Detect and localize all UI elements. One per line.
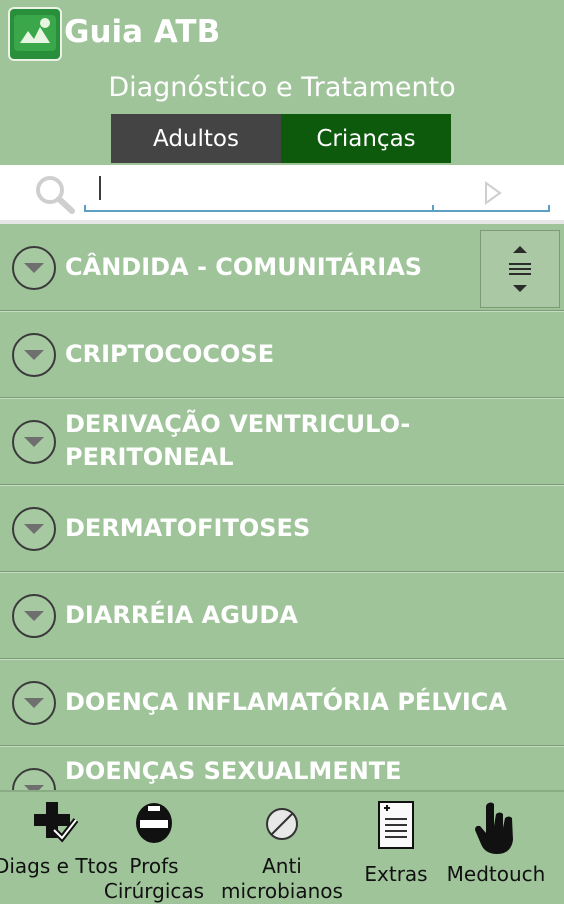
list-item-label: DIARRÉIA AGUDA [65, 600, 298, 629]
list-item-label: DERIVAÇÃO VENTRICULO-PERITONEAL [65, 410, 411, 471]
expand-chevron-icon[interactable] [12, 681, 56, 725]
list-item-label: DOENÇAS SEXUALMENTE [65, 757, 402, 785]
fast-scroll-handle[interactable] [480, 230, 560, 308]
underline-tick [432, 205, 434, 211]
pill-icon [262, 800, 302, 851]
surgeon-icon [132, 800, 176, 851]
expand-chevron-icon[interactable] [12, 246, 56, 290]
list-item-label: CÂNDIDA - COMUNITÁRIAS [65, 252, 423, 281]
topic-list: CÂNDIDA - COMUNITÁRIAS CRIPTOCOCOSE DERI… [0, 224, 564, 790]
expand-chevron-icon[interactable] [12, 420, 56, 464]
expand-chevron-icon[interactable] [12, 594, 56, 638]
document-icon [376, 800, 416, 855]
expand-chevron-icon[interactable] [12, 333, 56, 377]
list-item[interactable]: DOENÇAS SEXUALMENTE [0, 746, 564, 790]
tab-adultos[interactable]: Adultos [111, 114, 281, 163]
search-input[interactable] [99, 176, 101, 200]
hand-touch-icon [473, 800, 519, 861]
list-item[interactable]: CRIPTOCOCOSE [0, 311, 564, 399]
app-subtitle: Diagnóstico e Tratamento [108, 72, 456, 103]
nav-profs-cirurgicas[interactable]: Profs Cirúrgicas [98, 792, 210, 903]
list-item-label: DERMATOFITOSES [65, 513, 311, 542]
underline-tick [84, 205, 86, 211]
bottom-navigation: Diags e Ttos Profs Cirúrgicas Anti micro… [0, 790, 564, 903]
list-item[interactable]: DERIVAÇÃO VENTRICULO-PERITONEAL [0, 398, 564, 486]
expand-chevron-icon[interactable] [12, 507, 56, 551]
list-item-label: DOENÇA INFLAMATÓRIA PÉLVICA [65, 687, 507, 716]
tab-criancas[interactable]: Crianças [281, 114, 451, 163]
list-item[interactable]: DIARRÉIA AGUDA [0, 572, 564, 660]
medical-cross-check-icon [32, 800, 80, 851]
search-input-underline [84, 210, 550, 212]
nav-label: Profs Cirúrgicas [103, 854, 205, 903]
search-icon [34, 174, 78, 220]
list-item-label: CRIPTOCOCOSE [65, 339, 275, 368]
expand-chevron-icon[interactable] [12, 768, 56, 790]
app-header: Guia ATB Diagnóstico e Tratamento Adulto… [0, 0, 564, 165]
list-item[interactable]: DERMATOFITOSES [0, 485, 564, 573]
list-item[interactable]: DOENÇA INFLAMATÓRIA PÉLVICA [0, 659, 564, 747]
underline-tick [548, 205, 550, 211]
nav-label: Medtouch [446, 862, 546, 886]
search-go-icon[interactable] [484, 181, 502, 209]
app-title: Guia ATB [64, 14, 221, 50]
nav-label: Anti microbianos [221, 854, 343, 903]
app-logo-icon [8, 7, 62, 61]
nav-anti-microbianos[interactable]: Anti microbianos [221, 792, 343, 903]
nav-medtouch[interactable]: Medtouch [440, 792, 552, 902]
